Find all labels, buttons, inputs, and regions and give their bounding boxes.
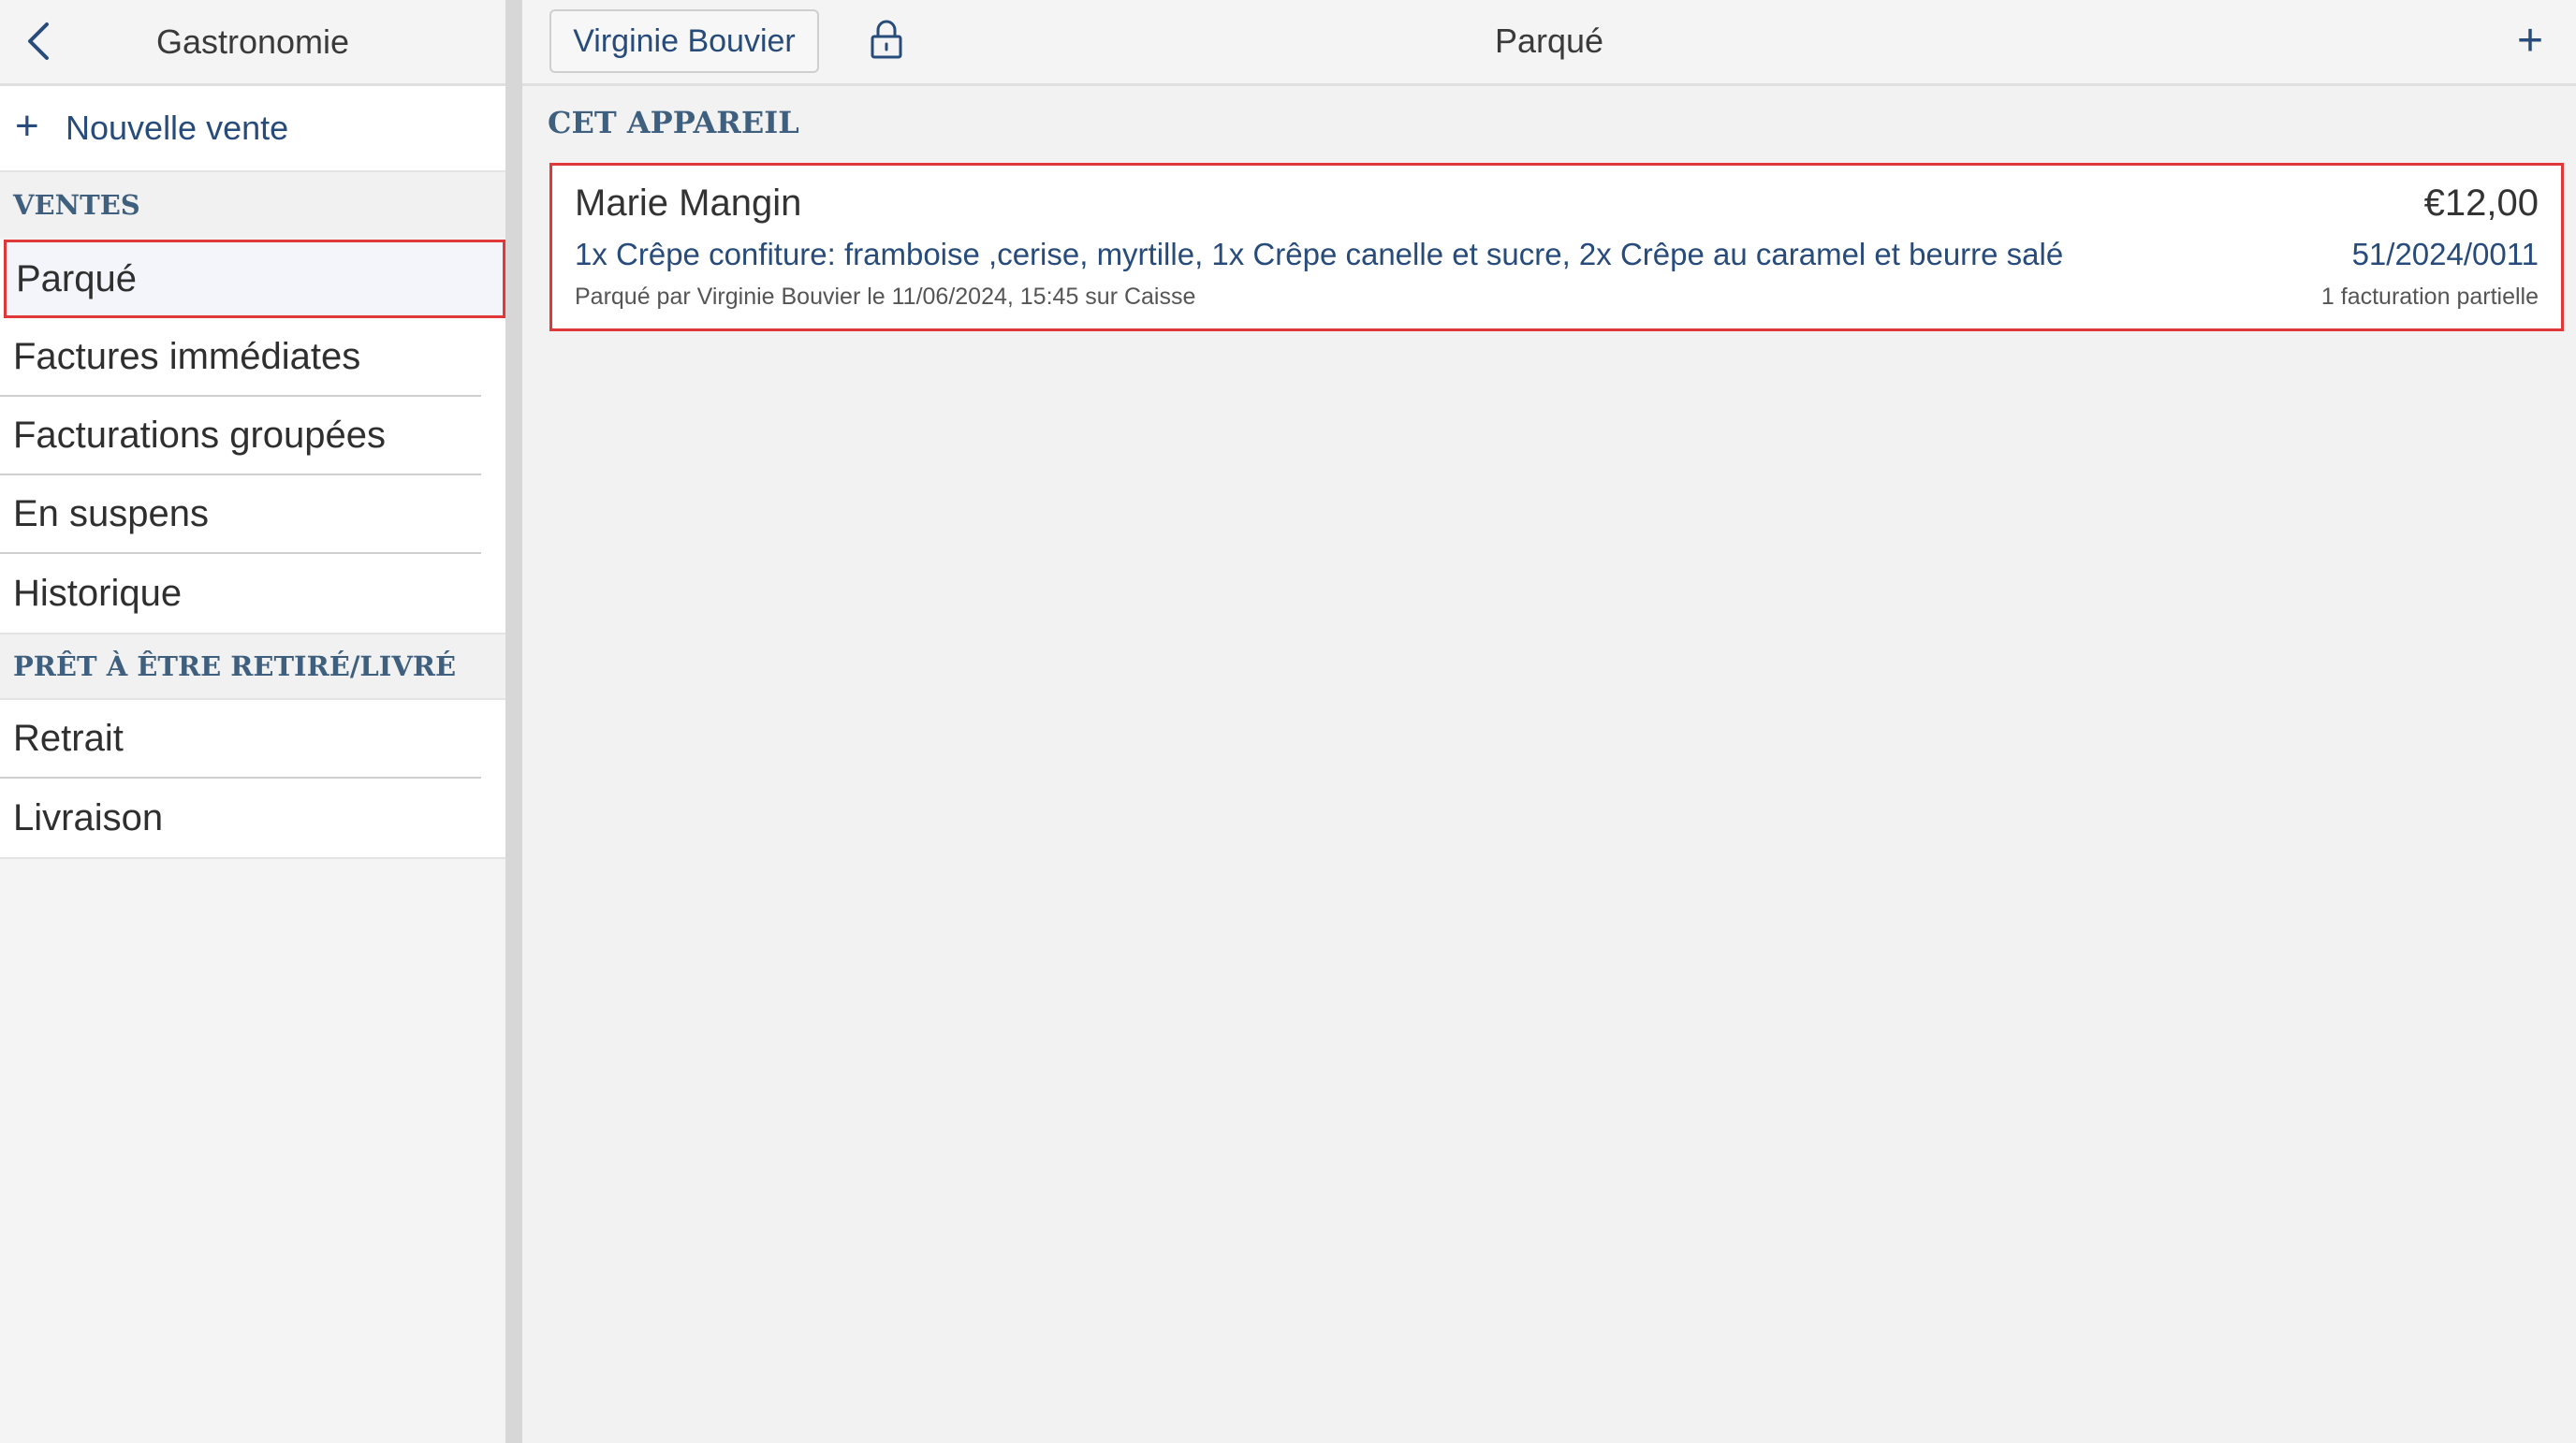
sidebar-header: Gastronomie — [0, 0, 505, 86]
sales-nav-list: Parqué Factures immédiates Facturations … — [0, 240, 505, 633]
sidebar-item-grouped-billing[interactable]: Facturations groupées — [0, 397, 481, 475]
sidebar: Gastronomie + Nouvelle vente VENTES Parq… — [0, 0, 505, 1443]
main-panel: Parqué Virginie Bouvier + CET APPAREIL M… — [522, 0, 2576, 1443]
order-row-info: Parqué par Virginie Bouvier le 11/06/202… — [575, 284, 2539, 311]
sidebar-item-label: Facturations groupées — [13, 414, 387, 456]
add-icon[interactable]: + — [2505, 15, 2555, 66]
top-bar: Parqué Virginie Bouvier + — [522, 0, 2576, 86]
section-device-label: CET APPAREIL — [548, 105, 799, 140]
plus-icon: + — [15, 103, 39, 149]
sidebar-item-pending[interactable]: En suspens — [0, 475, 481, 554]
sidebar-item-history[interactable]: Historique — [0, 554, 481, 633]
order-number: 51/2024/0011 — [2351, 237, 2539, 271]
new-sale-button[interactable]: + Nouvelle vente — [0, 86, 505, 172]
section-sales-label: VENTES — [0, 172, 505, 238]
order-amount: €12,00 — [2423, 182, 2539, 224]
sidebar-item-label: En suspens — [13, 492, 210, 534]
sidebar-item-label: Factures immédiates — [13, 335, 361, 377]
sidebar-item-label: Parqué — [16, 257, 137, 299]
order-items: 1x Crêpe confiture: framboise ,cerise, m… — [575, 237, 2064, 271]
sidebar-item-label: Livraison — [13, 796, 164, 838]
sidebar-item-label: Historique — [13, 572, 183, 614]
order-row-customer: Marie Mangin €12,00 — [575, 182, 2539, 225]
sidebar-item-delivery[interactable]: Livraison — [0, 779, 481, 857]
sidebar-title: Gastronomie — [155, 22, 350, 61]
sidebar-item-pickup[interactable]: Retrait — [0, 700, 481, 779]
section-ready-label: PRÊT À ÊTRE RETIRÉ/LIVRÉ — [0, 633, 505, 700]
page-title: Parqué — [1494, 22, 1604, 60]
split-divider[interactable] — [505, 0, 522, 1443]
order-row-items: 1x Crêpe confiture: framboise ,cerise, m… — [575, 237, 2539, 272]
app: Gastronomie + Nouvelle vente VENTES Parq… — [0, 0, 2576, 1443]
parked-info: Parqué par Virginie Bouvier le 11/06/202… — [575, 284, 1196, 310]
lock-icon[interactable] — [869, 19, 904, 60]
customer-name: Marie Mangin — [575, 182, 802, 224]
sidebar-item-label: Retrait — [13, 717, 124, 759]
user-button[interactable]: Virginie Bouvier — [549, 9, 819, 73]
sidebar-item-immediate-invoices[interactable]: Factures immédiates — [0, 318, 481, 397]
back-chevron-icon[interactable] — [21, 19, 58, 64]
new-sale-label: Nouvelle vente — [66, 109, 289, 147]
sidebar-item-parked[interactable]: Parqué — [4, 240, 505, 318]
ready-nav-list: Retrait Livraison — [0, 700, 505, 859]
parked-order-card[interactable]: Marie Mangin €12,00 1x Crêpe confiture: … — [549, 163, 2564, 331]
billing-info: 1 facturation partielle — [2320, 284, 2539, 310]
